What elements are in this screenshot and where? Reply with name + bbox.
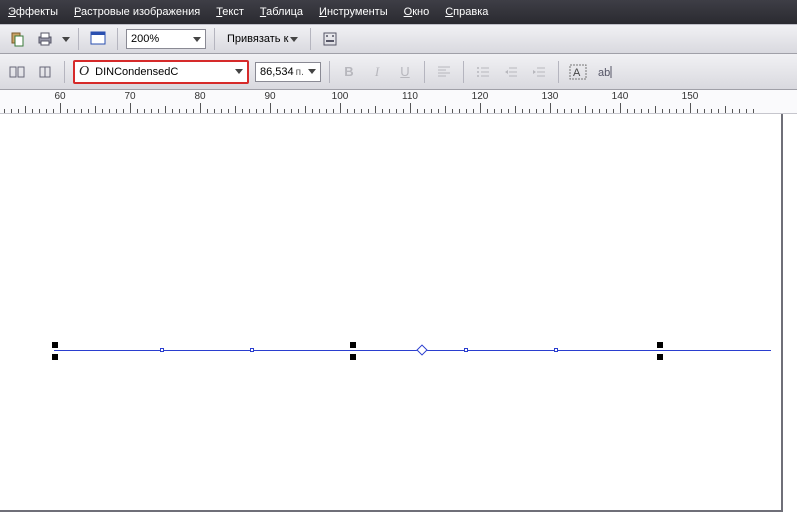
font-family-input[interactable]: O DINCondensedC [73,60,249,84]
break-apart-button[interactable] [6,61,28,83]
svg-text:A: A [573,67,581,79]
options-button[interactable] [319,28,341,50]
text-toolbar: O DINCondensedC 86,534п. B I U A ab [0,54,797,90]
menu-help[interactable]: Справка [445,6,488,18]
zoom-value: 200% [131,33,159,45]
line-node[interactable] [160,348,164,352]
horizontal-ruler[interactable]: 60 70 80 90 100 110 120 130 140 150 [0,90,797,114]
ruler-label: 80 [191,91,208,102]
toolbar-separator [117,28,118,50]
toolbar-separator [558,61,559,83]
line-node[interactable] [250,348,254,352]
selection-handle[interactable] [52,354,58,360]
outdent-button[interactable] [500,61,522,83]
line-node[interactable] [464,348,468,352]
toolbar-separator [310,28,311,50]
ruler-label: 140 [609,91,632,102]
chevron-down-icon [308,69,316,74]
menu-raster[interactable]: Растровые изображения [74,6,200,18]
ruler-label: 60 [51,91,68,102]
ruler-label: 130 [539,91,562,102]
print-button[interactable] [34,28,56,50]
toolbar-separator [64,61,65,83]
italic-button[interactable]: I [366,61,388,83]
font-name-value: DINCondensedC [95,66,178,78]
align-button[interactable] [433,61,455,83]
toolbar-separator [78,28,79,50]
selection-handle[interactable] [350,342,356,348]
fullscreen-button[interactable] [87,28,109,50]
chevron-down-icon [193,37,201,42]
center-marker[interactable] [416,344,427,355]
char-format-button[interactable]: A [567,61,589,83]
edit-text-button[interactable]: ab [595,61,617,83]
selection-handle[interactable] [350,354,356,360]
paste-button[interactable] [6,28,28,50]
menu-window[interactable]: Окно [404,6,430,18]
toolbar-separator [424,61,425,83]
snap-to-dropdown[interactable]: Привязать к [223,33,302,45]
main-toolbar: 200% Привязать к [0,24,797,54]
font-size-value: 86,534 [260,66,294,78]
ruler-label: 90 [261,91,278,102]
zoom-input[interactable]: 200% [126,29,206,49]
menu-bar: Эффекты Растровые изображения Текст Табл… [0,0,797,24]
combine-button[interactable] [34,61,56,83]
print-dropdown-icon[interactable] [62,37,70,42]
font-size-unit: п. [296,67,304,78]
canvas-border [781,114,783,512]
ruler-label: 120 [469,91,492,102]
selection-handle[interactable] [657,354,663,360]
underline-button[interactable]: U [394,61,416,83]
selection-handle[interactable] [657,342,663,348]
svg-text:ab: ab [598,67,610,79]
canvas-area[interactable] [0,114,797,512]
ruler-label: 100 [329,91,352,102]
snap-label: Привязать к [227,33,288,45]
ruler-label: 150 [679,91,702,102]
menu-text[interactable]: Текст [216,6,244,18]
ruler-label: 70 [121,91,138,102]
indent-button[interactable] [528,61,550,83]
menu-table[interactable]: Таблица [260,6,303,18]
toolbar-separator [463,61,464,83]
chevron-down-icon [290,37,298,42]
line-node[interactable] [554,348,558,352]
font-sample-icon: O [79,64,89,80]
toolbar-separator [214,28,215,50]
toolbar-separator [329,61,330,83]
menu-tools[interactable]: Инструменты [319,6,388,18]
bullet-list-button[interactable] [472,61,494,83]
ruler-label: 110 [399,91,421,102]
menu-effects[interactable]: Эффекты [8,6,58,18]
font-size-input[interactable]: 86,534п. [255,62,321,82]
bold-button[interactable]: B [338,61,360,83]
selection-handle[interactable] [52,342,58,348]
chevron-down-icon [235,69,243,74]
